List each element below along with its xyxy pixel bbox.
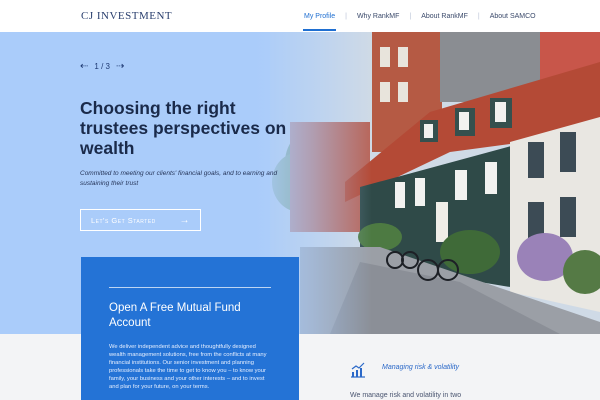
card-body: We deliver independent advice and though… [109, 344, 267, 390]
get-started-button[interactable]: Let's Get Started → [80, 209, 201, 231]
slide-counter: 1 / 3 [94, 62, 110, 71]
arrow-right-icon: → [179, 214, 190, 226]
nav-item-why-rankmf[interactable]: Why RankMF [356, 13, 400, 20]
nav-separator: | [477, 13, 480, 20]
card-title: Open A Free Mutual Fund Account [109, 302, 241, 329]
hero-slider-control: ⇠ 1 / 3 ⇢ [80, 61, 124, 72]
active-nav-indicator [303, 29, 336, 31]
open-account-card[interactable]: Open A Free Mutual Fund Account We deliv… [81, 257, 299, 400]
nav-item-my-profile[interactable]: My Profile [303, 13, 336, 20]
nav-item-about-rankmf[interactable]: About RankMF [420, 13, 469, 20]
main-menu: My Profile | Why RankMF | About RankMF |… [303, 13, 537, 20]
hero-tagline: Committed to meeting our clients' financ… [80, 170, 278, 187]
nav-separator: | [345, 13, 347, 20]
hero-headline: Choosing the right trustees perspectives… [80, 98, 287, 158]
arrow-left-icon[interactable]: ⇠ [80, 61, 88, 72]
feature-text: We manage risk and volatility in two [350, 392, 462, 399]
get-started-label: Let's Get Started [91, 215, 156, 225]
card-divider [109, 287, 271, 288]
nav-item-about-samco[interactable]: About SAMCO [489, 13, 537, 20]
chart-icon [351, 362, 365, 378]
feature-title: Managing risk & volatility [382, 364, 460, 371]
top-navbar: CJ INVESTMENT My Profile | Why RankMF | … [0, 0, 600, 32]
arrow-right-icon[interactable]: ⇢ [116, 61, 124, 72]
brand-logo[interactable]: CJ INVESTMENT [81, 10, 172, 22]
nav-separator: | [409, 13, 412, 20]
